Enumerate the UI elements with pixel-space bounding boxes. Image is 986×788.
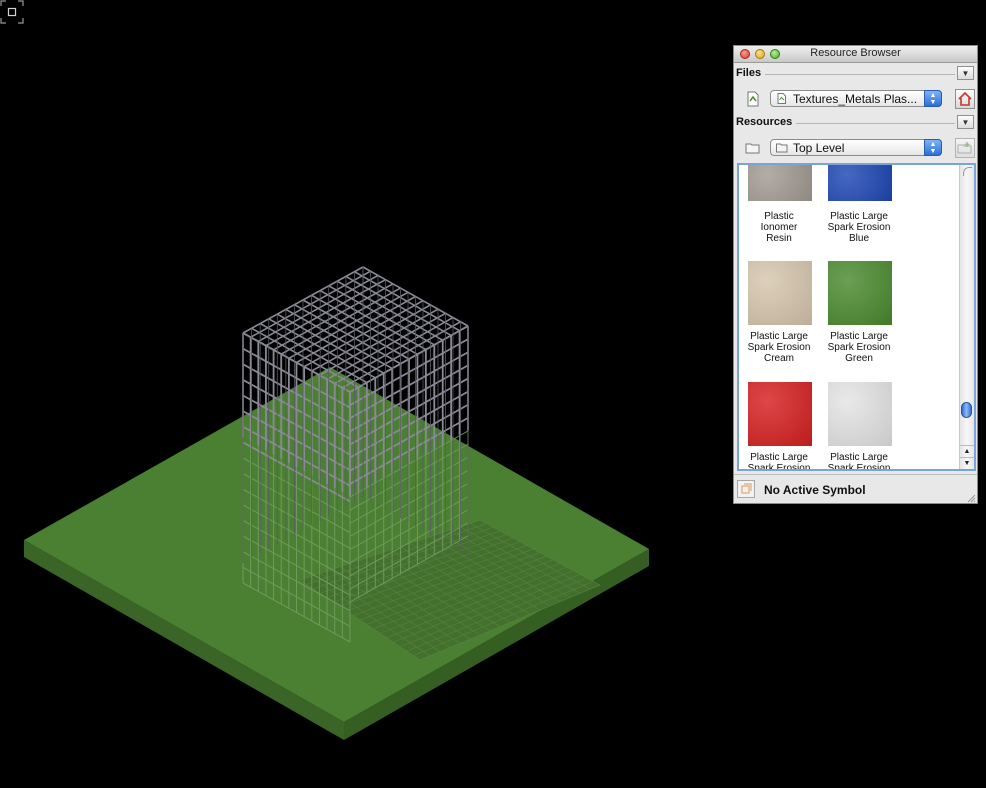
folder-add-icon: [957, 142, 972, 154]
symbol-glyph-icon: [741, 483, 752, 494]
resource-name-line: Plastic Large: [750, 331, 808, 342]
files-section-header: Files ▼: [736, 66, 977, 82]
new-folder-button[interactable]: [955, 138, 975, 158]
files-menu-button[interactable]: ▼: [957, 66, 974, 80]
resources-section-header: Resources ▼: [736, 115, 977, 131]
chevron-updown-icon: ▲ ▼: [924, 90, 942, 107]
palette-status-bar: No Active Symbol: [734, 474, 977, 504]
files-divider: [736, 74, 955, 75]
resources-menu-button[interactable]: ▼: [957, 115, 974, 129]
resource-name-line: Spark Erosion: [827, 463, 891, 471]
scrollbar-top-cap: [963, 167, 972, 176]
home-button[interactable]: [955, 89, 975, 109]
resource-thumbnail: [748, 261, 812, 325]
resource-name: Plastic Large Spark Erosion Blue: [819, 211, 899, 244]
home-icon: [958, 91, 972, 106]
chevron-updown-icon: ▲ ▼: [924, 139, 942, 156]
resource-thumbnail: [828, 165, 892, 201]
resource-name: Plastic Large Spark Erosion Green: [819, 331, 899, 364]
resource-thumbnail: [748, 165, 812, 201]
resource-name-line: Resin: [766, 233, 792, 244]
resource-name-line: Spark Erosion: [747, 342, 811, 353]
resource-name-line: Plastic Large: [830, 211, 888, 222]
resource-name-line: Spark Erosion: [827, 222, 891, 233]
active-symbol-status: No Active Symbol: [764, 483, 866, 497]
resource-thumbnail: [828, 261, 892, 325]
resource-name-line: Plastic Large: [750, 452, 808, 463]
resource-thumbnail: [748, 382, 812, 446]
resource-name-line: Plastic: [764, 211, 794, 222]
resource-name-line: Plastic Large: [830, 452, 888, 463]
resource-browser-palette: Resource Browser Files ▼ Textures_Metals…: [733, 45, 978, 504]
resources-label: Resources: [736, 116, 797, 128]
folder-select-value: Top Level: [793, 141, 845, 155]
symbol-icon[interactable]: [737, 480, 755, 498]
ground-slab-top[interactable]: [24, 367, 649, 722]
resource-name: Plastic Large Spark Erosion: [819, 452, 899, 471]
resource-thumbnail-list[interactable]: Plastic Ionomer Resin Plastic Large Spark Er…: [737, 163, 976, 471]
resource-name-line: Cream: [763, 353, 794, 364]
file-document-icon[interactable]: [744, 90, 762, 108]
resource-name-line: Green: [845, 353, 873, 364]
resource-name: Plastic Ionomer Resin: [739, 211, 819, 244]
file-select-value: Textures_Metals Plas...: [793, 92, 918, 106]
folder-popup-icon: [776, 143, 788, 153]
resource-name-line: Ionomer: [760, 222, 798, 233]
folder-icon[interactable]: [744, 139, 762, 157]
resource-thumbnail: [828, 382, 892, 446]
scrollbar-thumb[interactable]: [961, 402, 972, 418]
resource-name-line: Spark Erosion: [827, 342, 891, 353]
resource-name-line: Plastic Large: [830, 331, 888, 342]
file-popup-icon: [777, 93, 786, 104]
folder-select-popup[interactable]: Top Level ▲ ▼: [770, 139, 942, 156]
resource-name: Plastic Large Spark Erosion Cream: [739, 331, 819, 364]
scroll-down-arrow-icon[interactable]: ▼: [960, 457, 974, 469]
resource-name-line: Blue: [848, 233, 869, 244]
palette-titlebar[interactable]: Resource Browser: [734, 46, 977, 63]
vertical-scrollbar[interactable]: ▲ ▼: [959, 165, 974, 469]
resource-name-line: Spark Erosion: [747, 463, 811, 471]
resize-grip-icon[interactable]: [966, 493, 976, 503]
resource-name: Plastic Large Spark Erosion: [739, 452, 819, 471]
files-label: Files: [736, 67, 766, 79]
file-select-popup[interactable]: Textures_Metals Plas... ▲ ▼: [770, 90, 942, 107]
palette-title: Resource Browser: [810, 47, 901, 59]
snap-cursor-icon: [0, 0, 24, 24]
